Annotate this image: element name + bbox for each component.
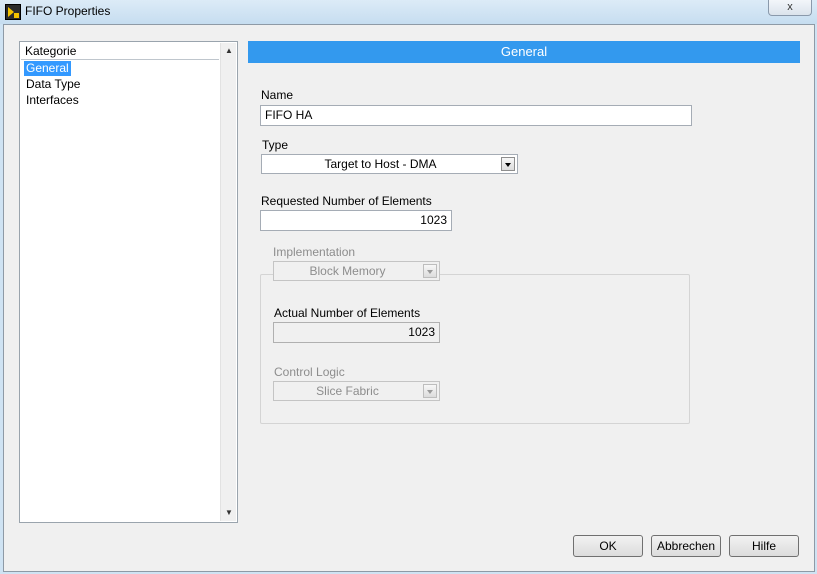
implementation-dropdown-value: Block Memory: [309, 264, 386, 278]
category-list-scrollbar[interactable]: ▲ ▼: [220, 43, 236, 521]
chevron-down-icon: [423, 384, 437, 398]
category-list[interactable]: Kategorie General Data Type Interfaces ▲…: [19, 41, 238, 523]
implementation-label: Implementation: [273, 245, 356, 259]
control-logic-dropdown: Slice Fabric: [273, 381, 440, 401]
scroll-up-arrow-icon[interactable]: ▲: [221, 43, 237, 59]
category-item-interfaces[interactable]: Interfaces: [24, 93, 81, 108]
labview-app-icon: [5, 4, 21, 20]
category-item-general[interactable]: General: [24, 61, 71, 76]
ok-button[interactable]: OK: [573, 535, 643, 557]
scroll-down-arrow-icon[interactable]: ▼: [221, 505, 237, 521]
type-label: Type: [262, 138, 289, 152]
name-input[interactable]: FIFO HA: [260, 105, 692, 126]
type-dropdown-value: Target to Host - DMA: [324, 157, 437, 171]
chevron-down-icon: [423, 264, 437, 278]
close-window-button[interactable]: x: [768, 0, 812, 16]
chevron-down-icon[interactable]: [501, 157, 515, 171]
name-label: Name: [261, 88, 294, 102]
dialog-body: Kategorie General Data Type Interfaces ▲…: [3, 24, 815, 572]
implementation-dropdown: Block Memory: [273, 261, 440, 281]
actual-elements-label: Actual Number of Elements: [274, 306, 421, 320]
help-button[interactable]: Hilfe: [729, 535, 799, 557]
control-logic-label: Control Logic: [274, 365, 345, 379]
window-title: FIFO Properties: [25, 4, 111, 18]
title-bar: FIFO Properties x: [0, 0, 817, 24]
category-list-header: Kategorie: [21, 43, 219, 60]
category-item-data-type[interactable]: Data Type: [24, 77, 82, 92]
section-title: General: [248, 41, 800, 63]
actual-elements-field: 1023: [273, 322, 440, 343]
requested-elements-label: Requested Number of Elements: [261, 194, 432, 208]
requested-elements-input[interactable]: 1023: [260, 210, 452, 231]
cancel-button[interactable]: Abbrechen: [651, 535, 721, 557]
type-dropdown[interactable]: Target to Host - DMA: [261, 154, 518, 174]
control-logic-dropdown-value: Slice Fabric: [316, 384, 379, 398]
implementation-groupbox: [260, 274, 690, 424]
